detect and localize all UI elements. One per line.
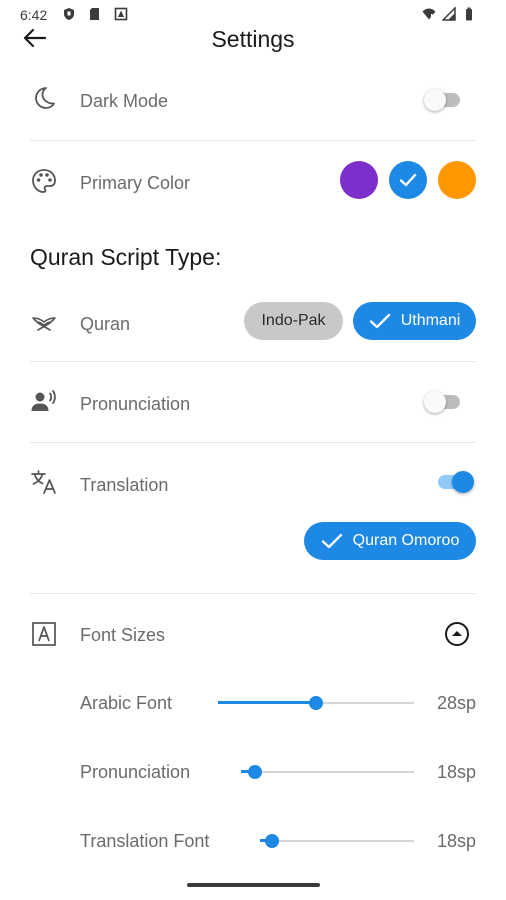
app-bar: Settings [0,20,506,60]
arabic-font-slider[interactable] [218,695,414,711]
chip-quran-omoroo[interactable]: Quran Omoroo [304,522,476,560]
shield-icon [64,8,74,20]
slider-thumb[interactable] [309,696,323,710]
status-right-icons [422,7,476,21]
dark-mode-row[interactable]: Dark Mode [0,78,506,140]
toggle-knob [424,391,446,413]
translate-icon [31,470,56,494]
quran-row: Quran Indo-Pak Uthmani [0,290,506,360]
color-swatch-purple[interactable] [340,161,378,199]
slider-thumb[interactable] [247,765,262,779]
toggle-knob [424,89,446,111]
check-icon [369,312,391,330]
slider-thumb[interactable] [265,834,280,848]
palette-icon [32,169,56,193]
cell-signal-icon [442,7,456,21]
app-notification-icon [114,7,128,21]
battery-icon [466,7,472,21]
script-type-heading: Quran Script Type: [30,244,222,270]
home-indicator[interactable] [187,883,320,887]
font-size-icon [32,622,56,646]
chip-label: Uthmani [400,312,461,329]
chip-uthmani[interactable]: Uthmani [353,302,476,340]
slider-fill [218,701,316,704]
settings-screen: 6:42 Settings Dark Mode Primary Color Qu… [0,0,506,900]
chip-label: Quran Omoroo [352,532,460,549]
translation-font-slider[interactable] [260,833,414,849]
translation-font-value: 18sp [436,831,476,851]
arabic-font-value: 28sp [436,693,476,713]
chevron-up-circle-icon[interactable] [444,621,470,647]
pronunciation-font-label: Pronunciation [80,762,191,782]
translation-font-label: Translation Font [80,831,210,851]
check-icon [399,173,417,187]
chip-indo-pak[interactable]: Indo-Pak [244,302,343,340]
translation-toggle[interactable] [434,471,474,493]
sd-card-icon [90,8,99,20]
dark-mode-label: Dark Mode [80,91,169,111]
wifi-icon [422,8,436,20]
color-swatch-blue[interactable] [389,161,427,199]
pronunciation-font-slider[interactable] [241,764,414,780]
speaking-person-icon [31,390,56,411]
dark-mode-toggle[interactable] [424,89,464,111]
check-icon [321,532,343,550]
font-sizes-row[interactable]: Font Sizes [0,594,506,674]
pronunciation-font-value: 18sp [436,762,476,782]
book-stand-icon [32,317,56,331]
pronunciation-toggle[interactable] [424,391,464,413]
moon-icon [35,87,55,109]
primary-color-label: Primary Color [80,173,191,193]
chip-label: Indo-Pak [261,312,326,329]
status-left-icons [62,7,128,21]
page-title: Settings [211,26,295,52]
slider-rail [260,840,414,842]
quran-label: Quran [80,314,131,334]
font-sizes-label: Font Sizes [80,625,166,645]
color-swatch-orange[interactable] [438,161,476,199]
translation-label: Translation [80,475,169,495]
arabic-font-label: Arabic Font [80,693,173,713]
toggle-knob [452,471,474,493]
pronunciation-row[interactable]: Pronunciation [0,362,506,442]
slider-rail [241,771,414,773]
primary-color-row: Primary Color [0,141,506,221]
translation-row: Translation Quran Omoroo [0,443,506,593]
pronunciation-label: Pronunciation [80,394,191,414]
